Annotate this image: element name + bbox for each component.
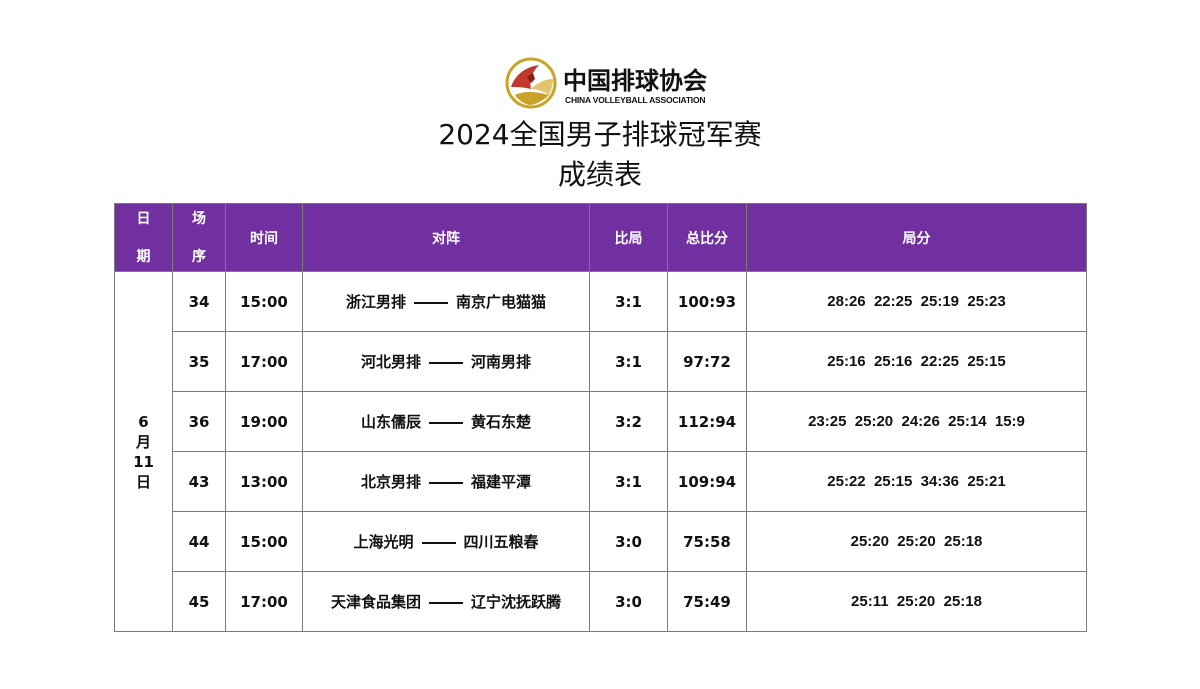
away-team: 四川五粮春: [463, 533, 539, 551]
set-score-cell: 3:1: [589, 331, 668, 392]
table-row: 43 13:00 北京男排 福建平潭 3:1 109:94 25:22 25:15…: [115, 451, 1087, 512]
set-points-cell: 25:20 25:20 25:18: [746, 511, 1087, 572]
versus-dash: [429, 361, 463, 364]
total-points-cell: 100:93: [667, 271, 747, 332]
away-team: 辽宁沈抚跃腾: [471, 593, 562, 611]
matchup-cell: 上海光明 四川五粮春: [302, 511, 590, 572]
table-row: 35 17:00 河北男排 河南男排 3:1 97:72 25:16 25:16 …: [115, 331, 1087, 392]
away-team: 黄石东楚: [471, 413, 532, 431]
col-header-set-points: 局分: [746, 203, 1087, 272]
table-row: 45 17:00 天津食品集团 辽宁沈抚跃腾 3:0 75:49 25:11 25…: [115, 571, 1087, 632]
set-score-cell: 3:1: [589, 451, 668, 512]
time-cell: 17:00: [225, 331, 303, 392]
date-month-char: 月: [135, 432, 151, 451]
versus-dash: [414, 301, 448, 304]
home-team: 浙江男排: [345, 293, 406, 311]
matchup-cell: 河北男排 河南男排: [302, 331, 590, 392]
set-score-cell: 3:0: [589, 511, 668, 572]
total-points-cell: 75:49: [667, 571, 747, 632]
seq-cell: 35: [172, 331, 226, 392]
volleyball-emblem-icon: [505, 57, 557, 109]
table-row: 6 月 11 日 34 15:00 浙江男排 南京广电猫猫 3:1 100:93 …: [114, 271, 1087, 632]
logo-english-name: CHINA VOLLEYBALL ASSOCIATION: [565, 95, 706, 105]
time-cell: 13:00: [225, 451, 303, 512]
home-team: 北京男排: [360, 473, 421, 491]
col-header-seq-top: 场: [192, 210, 206, 227]
cva-logo: 中国排球协会 CHINA VOLLEYBALL ASSOCIATION: [505, 55, 707, 111]
date-day: 6: [138, 412, 149, 431]
col-header-seq: 场 序: [172, 203, 226, 272]
table-header-row: 日 期 场 序 时间 对阵 比局 总比分 局分: [114, 203, 1087, 272]
home-team: 天津食品集团: [330, 593, 421, 611]
set-points-cell: 25:22 25:15 34:36 25:21: [746, 451, 1087, 512]
results-table: 日 期 场 序 时间 对阵 比局 总比分 局分 6 月 11 日 34 15:0…: [114, 203, 1087, 632]
col-header-matchup: 对阵: [302, 203, 590, 272]
matchup-cell: 山东儒辰 黄石东楚: [302, 391, 590, 452]
col-header-date: 日 期: [114, 203, 173, 272]
time-cell: 19:00: [225, 391, 303, 452]
date-cell: 6 月 11 日: [114, 271, 173, 632]
seq-cell: 45: [172, 571, 226, 632]
time-cell: 15:00: [225, 511, 303, 572]
matchup-cell: 北京男排 福建平潭: [302, 451, 590, 512]
time-cell: 17:00: [225, 571, 303, 632]
set-points-cell: 23:25 25:20 24:26 25:14 15:9: [746, 391, 1087, 452]
set-score-cell: 3:0: [589, 571, 668, 632]
away-team: 福建平潭: [471, 473, 532, 491]
col-header-total-points: 总比分: [667, 203, 747, 272]
col-header-time: 时间: [225, 203, 303, 272]
seq-cell: 34: [172, 271, 226, 332]
home-team: 山东儒辰: [360, 413, 421, 431]
page-title: 2024全国男子排球冠军赛: [438, 118, 762, 151]
versus-dash: [429, 481, 463, 484]
set-points-cell: 28:26 22:25 25:19 25:23: [746, 271, 1087, 332]
set-score-cell: 3:2: [589, 391, 668, 452]
logo-chinese-name: 中国排球协会: [563, 66, 707, 95]
page-subtitle: 成绩表: [557, 158, 642, 191]
total-points-cell: 109:94: [667, 451, 747, 512]
matchup-cell: 天津食品集团 辽宁沈抚跃腾: [302, 571, 590, 632]
col-header-seq-bottom: 序: [192, 248, 206, 265]
date-day-char: 日: [135, 472, 151, 491]
versus-dash: [421, 541, 456, 544]
total-points-cell: 75:58: [667, 511, 747, 572]
versus-dash: [429, 421, 463, 424]
time-cell: 15:00: [225, 271, 303, 332]
home-team: 河北男排: [360, 353, 421, 371]
seq-cell: 43: [172, 451, 226, 512]
table-row: 36 19:00 山东儒辰 黄石东楚 3:2 112:94 23:25 25:20…: [115, 391, 1087, 452]
set-points-cell: 25:11 25:20 25:18: [746, 571, 1087, 632]
matchup-cell: 浙江男排 南京广电猫猫: [302, 271, 590, 332]
date-number: 11: [133, 452, 154, 471]
seq-cell: 36: [172, 391, 226, 452]
seq-cell: 44: [172, 511, 226, 572]
set-score-cell: 3:1: [589, 271, 668, 332]
total-points-cell: 112:94: [667, 391, 747, 452]
col-header-date-top: 日: [136, 210, 151, 227]
total-points-cell: 97:72: [667, 331, 747, 392]
versus-dash: [429, 601, 463, 604]
set-points-cell: 25:16 25:16 22:25 25:15: [746, 331, 1087, 392]
home-team: 上海光明: [353, 533, 414, 551]
col-header-date-bottom: 期: [136, 248, 151, 265]
away-team: 河南男排: [471, 353, 532, 371]
away-team: 南京广电猫猫: [456, 293, 547, 311]
table-row: 44 15:00 上海光明 四川五粮春 3:0 75:58 25:20 25:20…: [115, 511, 1087, 572]
col-header-set-score: 比局: [589, 203, 668, 272]
